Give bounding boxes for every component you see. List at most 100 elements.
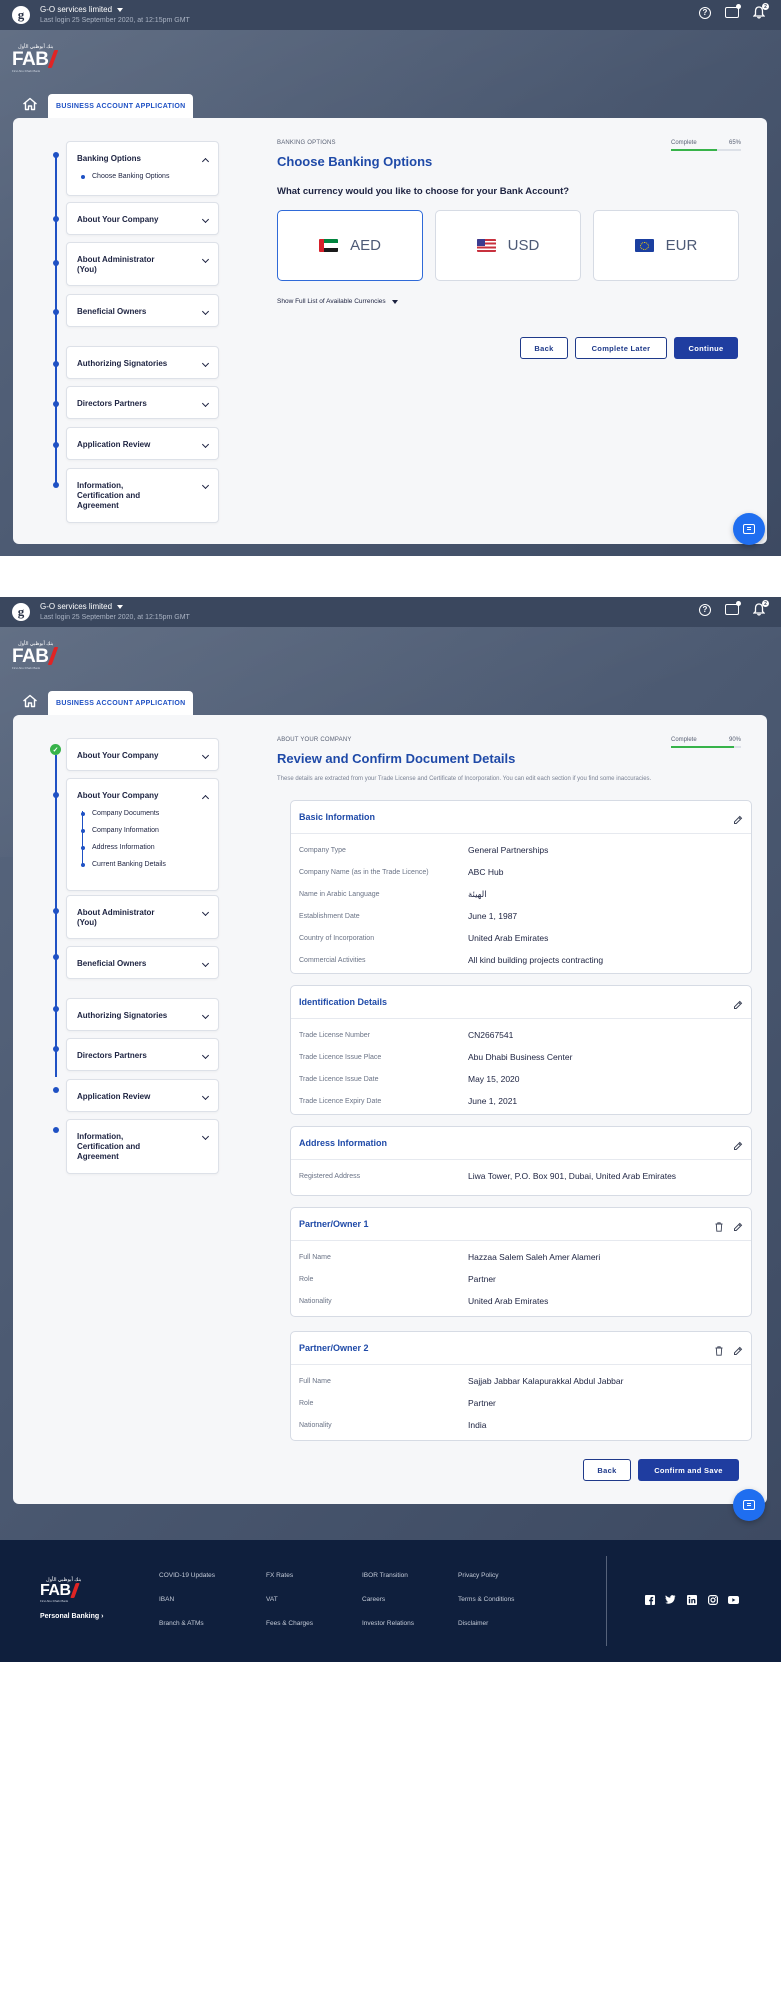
chat-icon[interactable] (733, 1489, 765, 1521)
step-label: About Administrator (You) (77, 908, 155, 927)
step-label: Banking Options (77, 154, 141, 163)
footer-link[interactable]: Branch & ATMs (159, 1620, 215, 1644)
bell-icon[interactable]: 2 (753, 3, 769, 19)
complete-percent: 65% (728, 140, 741, 146)
step-directors-partners[interactable]: Directors Partners (66, 386, 219, 419)
step-about-your-company[interactable]: About Your Company (66, 202, 219, 235)
messages-icon[interactable] (725, 4, 741, 18)
step-beneficial-owners[interactable]: Beneficial Owners (66, 946, 219, 979)
step-label: Directors Partners (77, 1051, 147, 1060)
edit-icon[interactable] (733, 1138, 743, 1150)
footer-fab-logo[interactable]: بنك أبوظبي الأول FAB First Abu Dhabi Ban… (40, 1577, 81, 1603)
edit-icon[interactable] (733, 1219, 743, 1231)
linkedin-icon[interactable] (686, 1594, 697, 1605)
footer-link[interactable]: IBAN (159, 1596, 215, 1620)
continue-button[interactable]: Continue (674, 337, 738, 359)
panel-title: Basic Information (299, 812, 376, 822)
substep-current-banking-details[interactable]: Current Banking Details (81, 856, 218, 873)
edit-icon[interactable] (733, 812, 743, 824)
step-application-review[interactable]: Application Review (66, 427, 219, 460)
step-about-your-company-completed[interactable]: About Your Company (66, 738, 219, 771)
footer-link[interactable]: Privacy Policy (458, 1572, 514, 1596)
last-login: Last login 25 September 2020, at 12:15pm… (40, 614, 190, 621)
footer-link[interactable]: Investor Relations (362, 1620, 414, 1644)
edit-icon[interactable] (733, 1343, 743, 1355)
row-label: Company Name (as in the Trade Licence) (299, 868, 429, 876)
step-beneficial-owners[interactable]: Beneficial Owners (66, 294, 219, 327)
home-icon[interactable] (20, 691, 40, 711)
step-authorizing-signatories[interactable]: Authorizing Signatories (66, 346, 219, 379)
footer-link[interactable]: COVID-19 Updates (159, 1572, 215, 1596)
step-banking-options[interactable]: Banking Options Choose Banking Options (66, 141, 219, 196)
account-switcher[interactable]: G-O services limited Last login 25 Septe… (40, 4, 190, 26)
instagram-icon[interactable] (707, 1594, 718, 1605)
step-information-certification[interactable]: Information, Certification and Agreement (66, 468, 219, 523)
chat-icon[interactable] (733, 513, 765, 545)
substep-company-information[interactable]: Company Information (81, 822, 218, 839)
edit-icon[interactable] (733, 997, 743, 1009)
footer-link[interactable]: VAT (266, 1596, 313, 1620)
step-authorizing-signatories[interactable]: Authorizing Signatories (66, 998, 219, 1031)
personal-banking-link[interactable]: Personal Banking › (40, 1613, 103, 1620)
facebook-icon[interactable] (644, 1594, 655, 1605)
fab-logo[interactable]: بنك أبوظبي الأول FAB First Abu Dhabi Ban… (12, 641, 62, 670)
footer-link[interactable]: FX Rates (266, 1572, 313, 1596)
info-row: Full Name Sajjab Jabbar Kalapurakkal Abdu… (291, 1370, 751, 1392)
info-row: Registered Address Liwa Tower, P.O. Box 9… (291, 1165, 751, 1187)
step-dot (53, 482, 59, 488)
chevron-down-icon (201, 215, 210, 224)
step-about-administrator[interactable]: About Administrator (You) (66, 895, 219, 939)
step-about-your-company[interactable]: About Your Company Company Documents Com… (66, 778, 219, 891)
company-avatar[interactable]: g (12, 6, 30, 24)
logo-tagline: First Abu Dhabi Bank (12, 666, 41, 670)
info-row: Company Name (as in the Trade Licence) AB… (291, 861, 751, 883)
footer-link[interactable]: Fees & Charges (266, 1620, 313, 1644)
footer-link[interactable]: Terms & Conditions (458, 1596, 514, 1620)
complete-later-button[interactable]: Complete Later (575, 337, 667, 359)
home-icon[interactable] (20, 94, 40, 114)
section-label: ABOUT YOUR COMPANY (277, 737, 352, 743)
step-about-administrator[interactable]: About Administrator (You) (66, 242, 219, 286)
step-dot (53, 1087, 59, 1093)
row-label: Nationality (299, 1421, 332, 1429)
help-icon[interactable]: ? (699, 603, 711, 616)
bell-icon[interactable]: 2 (753, 600, 769, 616)
account-name: G-O services limited (40, 602, 113, 611)
eu-flag-icon (634, 239, 654, 252)
step-directors-partners[interactable]: Directors Partners (66, 1038, 219, 1071)
twitter-icon[interactable] (665, 1594, 676, 1605)
step-label: Directors Partners (77, 399, 147, 408)
step-information-certification[interactable]: Information, Certification and Agreement (66, 1119, 219, 1174)
chevron-down-icon (201, 359, 210, 368)
step-application-review[interactable]: Application Review (66, 1079, 219, 1112)
company-avatar[interactable]: g (12, 603, 30, 621)
delete-icon[interactable] (715, 1219, 723, 1232)
footer-link[interactable]: Disclaimer (458, 1620, 514, 1644)
chevron-down-icon (201, 307, 210, 316)
substep-company-documents[interactable]: Company Documents (81, 805, 218, 822)
account-switcher[interactable]: G-O services limited Last login 25 Septe… (40, 601, 190, 623)
confirm-and-save-button[interactable]: Confirm and Save (638, 1459, 739, 1481)
back-button[interactable]: Back (583, 1459, 631, 1481)
messages-icon[interactable] (725, 601, 741, 615)
footer-column-3: IBOR Transition Careers Investor Relatio… (362, 1572, 414, 1644)
currency-option-eur[interactable]: EUR (593, 210, 739, 281)
footer-link[interactable]: IBOR Transition (362, 1572, 414, 1596)
row-value: ABC Hub (468, 867, 504, 877)
fab-logo[interactable]: بنك أبوظبي الأول FAB First Abu Dhabi Ban… (12, 44, 62, 73)
delete-icon[interactable] (715, 1343, 723, 1356)
back-button[interactable]: Back (520, 337, 568, 359)
show-all-currencies-link[interactable]: Show Full List of Available Currencies (277, 298, 398, 305)
currency-option-aed[interactable]: AED (277, 210, 423, 281)
substep-address-information[interactable]: Address Information (81, 839, 218, 856)
substep-choose-banking-options[interactable]: Choose Banking Options (81, 168, 218, 185)
tab-business-account-application[interactable]: BUSINESS ACCOUNT APPLICATION (48, 94, 194, 118)
complete-percent: 90% (728, 737, 741, 743)
footer-link[interactable]: Careers (362, 1596, 414, 1620)
tab-business-account-application[interactable]: BUSINESS ACCOUNT APPLICATION (48, 691, 194, 715)
currency-code: USD (507, 237, 540, 254)
youtube-icon[interactable] (728, 1594, 739, 1605)
chevron-down-icon (201, 1132, 210, 1141)
currency-option-usd[interactable]: USD (435, 210, 581, 281)
help-icon[interactable]: ? (699, 6, 711, 19)
